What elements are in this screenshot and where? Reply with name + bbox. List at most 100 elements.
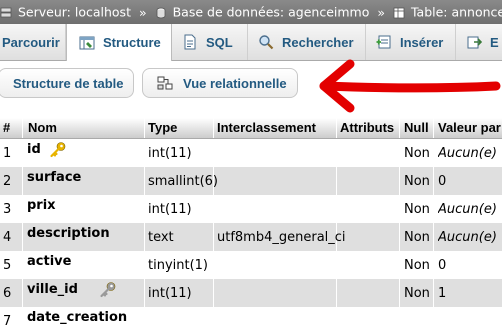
column-header-collation[interactable]: Interclassement	[217, 118, 316, 138]
red-arrow-annotation	[319, 59, 501, 113]
column-header-attributes[interactable]: Attributs	[340, 118, 394, 138]
column-divider	[399, 279, 400, 307]
column-divider	[22, 195, 23, 223]
column-divider	[433, 139, 434, 167]
column-divider	[22, 167, 23, 195]
database-icon	[155, 5, 173, 20]
column-name: description	[27, 226, 110, 241]
tab-label: Parcourir	[2, 34, 60, 50]
tab-browse[interactable]: Parcourir	[0, 24, 66, 60]
structure-icon	[79, 35, 95, 51]
column-divider	[22, 307, 23, 335]
row-number: 2	[3, 174, 12, 189]
row-number: 1	[3, 146, 12, 161]
column-name: surface	[27, 170, 82, 185]
column-divider	[433, 251, 434, 279]
table-row[interactable]: 4 description text utf8mb4_general_ci Non Auc…	[0, 223, 502, 251]
column-type: int(11)	[148, 202, 192, 217]
tab-sql[interactable]: SQL	[172, 24, 248, 60]
column-null: Non	[404, 230, 430, 245]
table-row[interactable]: 7 date_creation	[0, 307, 502, 335]
column-divider	[336, 307, 337, 335]
index-key-icon	[99, 281, 117, 303]
tab-label: Insérer	[400, 34, 444, 50]
column-type: text	[148, 230, 174, 245]
column-header-default[interactable]: Valeur par	[438, 118, 502, 138]
column-header-null[interactable]: Null	[404, 118, 429, 138]
breadcrumb-database[interactable]: Base de données: agenceimmo	[173, 5, 370, 20]
column-divider	[144, 195, 145, 223]
row-number: 3	[3, 202, 12, 217]
column-name: id	[27, 142, 41, 157]
tab-export[interactable]: E	[456, 24, 502, 60]
breadcrumb-separator: »	[377, 4, 385, 20]
column-null: Non	[404, 146, 430, 161]
primary-key-icon	[49, 141, 67, 163]
row-number: 6	[3, 286, 12, 301]
table-icon	[393, 5, 411, 20]
tab-label: SQL	[206, 34, 233, 50]
breadcrumb-table[interactable]: Table: annonce	[411, 5, 502, 20]
table-row[interactable]: 3 prix int(11) Non Aucun(e)	[0, 195, 502, 223]
breadcrumb-separator: »	[138, 4, 147, 20]
table-row[interactable]: 6 ville_id int(11) Non 1	[0, 279, 502, 307]
column-header-type[interactable]: Type	[148, 118, 177, 138]
tab-label: Rechercher	[282, 34, 354, 50]
table-row[interactable]: 2 surface smallint(6) Non 0	[0, 167, 502, 195]
sql-icon	[182, 34, 198, 50]
table-structure-label: Structure de table	[13, 75, 124, 91]
column-null: Non	[404, 286, 430, 301]
table-row[interactable]: 5 active tinyint(1) Non 0	[0, 251, 502, 279]
insert-icon	[376, 34, 392, 50]
column-default: 0	[438, 174, 447, 189]
column-divider	[336, 195, 337, 223]
breadcrumb-server[interactable]: Serveur: localhost	[18, 5, 131, 20]
tab-label: Structure	[103, 35, 161, 50]
column-divider	[399, 167, 400, 195]
column-divider	[336, 139, 337, 167]
column-divider	[399, 195, 400, 223]
column-divider	[22, 223, 23, 251]
column-header-name[interactable]: Nom	[28, 118, 57, 138]
column-divider	[213, 251, 214, 279]
column-collation: utf8mb4_general_ci	[217, 230, 346, 245]
column-null: Non	[404, 174, 430, 189]
breadcrumb: Serveur: localhost » Base de données: ag…	[0, 0, 502, 24]
row-number: 5	[3, 258, 12, 273]
column-divider	[399, 307, 400, 335]
column-divider	[144, 251, 145, 279]
column-divider	[336, 279, 337, 307]
column-divider	[22, 139, 23, 167]
column-divider	[144, 223, 145, 251]
column-type: int(11)	[148, 146, 192, 161]
column-divider	[433, 307, 434, 335]
column-divider	[22, 279, 23, 307]
column-divider	[144, 167, 145, 195]
column-type: int(11)	[148, 286, 192, 301]
relation-icon	[157, 75, 173, 91]
column-divider	[433, 195, 434, 223]
column-name: active	[27, 254, 72, 269]
tab-label: E	[490, 34, 499, 50]
column-divider	[213, 307, 214, 335]
column-divider	[144, 307, 145, 335]
column-null: Non	[404, 202, 430, 217]
table-structure-button[interactable]: Structure de table	[0, 68, 134, 98]
column-name: date_creation	[27, 310, 128, 325]
column-divider	[399, 139, 400, 167]
column-type: smallint(6)	[148, 174, 218, 189]
relational-view-button[interactable]: Vue relationnelle	[142, 68, 298, 98]
column-divider	[433, 167, 434, 195]
column-divider	[144, 279, 145, 307]
column-divider	[336, 167, 337, 195]
table-row[interactable]: 1 id int(11) Non Aucun(e)	[0, 139, 502, 167]
column-name: ville_id	[27, 282, 78, 297]
tab-structure[interactable]: Structure	[66, 24, 172, 61]
column-default: Aucun(e)	[438, 146, 497, 161]
column-null: Non	[404, 258, 430, 273]
column-divider	[336, 251, 337, 279]
tab-search[interactable]: Rechercher	[248, 24, 366, 60]
tab-insert[interactable]: Insérer	[366, 24, 456, 60]
column-divider	[213, 139, 214, 167]
column-divider	[144, 139, 145, 167]
